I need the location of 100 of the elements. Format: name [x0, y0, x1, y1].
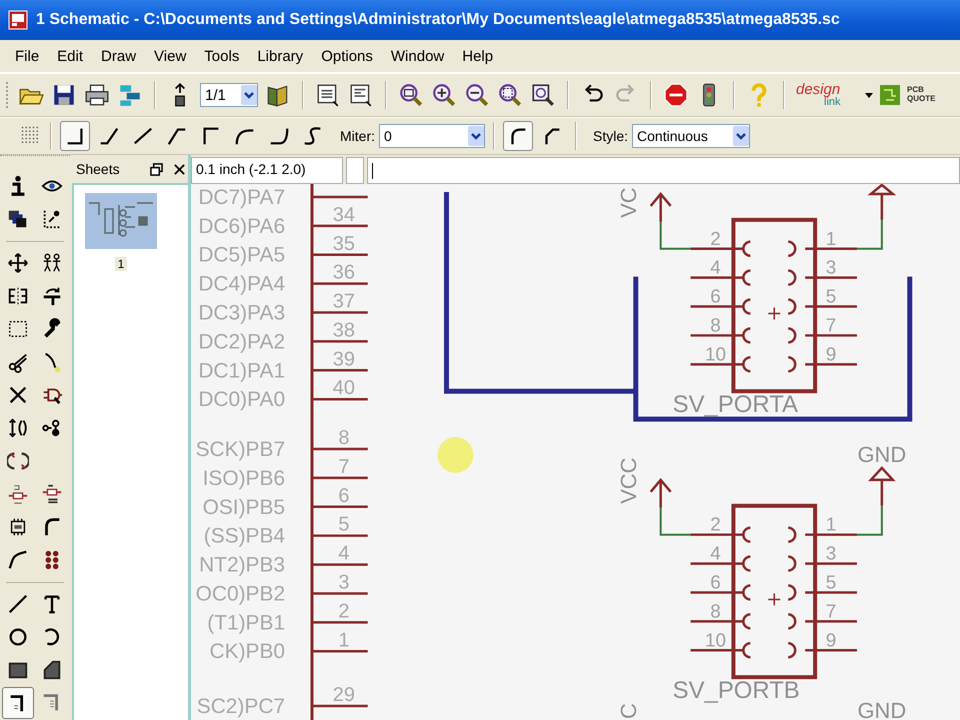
polygon-icon	[41, 658, 63, 682]
pin-line	[312, 340, 368, 343]
pin-line	[312, 476, 368, 480]
zoom-in-icon[interactable]	[431, 82, 457, 108]
pin-line	[312, 196, 368, 198]
pin-label: (SS)PB4	[204, 524, 286, 548]
pin-number: 1	[338, 629, 350, 652]
menu-item[interactable]: Options	[312, 46, 382, 66]
line-icon	[7, 592, 29, 616]
zoom-out-icon[interactable]	[464, 82, 490, 108]
supply-label: C	[616, 703, 641, 719]
script-icon[interactable]	[315, 82, 341, 108]
pin-number: 34	[332, 204, 355, 226]
pin-number: 7	[826, 601, 836, 622]
miter-style-button[interactable]	[503, 121, 533, 151]
sheet-number[interactable]: 1	[114, 257, 128, 271]
pin-number: 35	[332, 232, 355, 255]
net-wire	[660, 222, 691, 250]
swap-icon	[7, 416, 29, 440]
pin-number: 3	[826, 258, 836, 279]
pin-number: 36	[332, 262, 355, 284]
pin-line	[312, 650, 368, 652]
caret-icon[interactable]	[865, 91, 873, 99]
pin-label: DC0)PA0	[198, 388, 286, 412]
command-input[interactable]	[367, 157, 960, 184]
zoom-fit-icon[interactable]	[398, 82, 424, 108]
pin-number: 6	[338, 484, 350, 507]
pin-number: 7	[338, 456, 350, 478]
pin-line	[312, 704, 368, 708]
zoom-select-icon[interactable]	[497, 82, 523, 108]
pin-number: 5	[826, 286, 836, 308]
pin-number: 7	[826, 315, 836, 336]
miter-dropdown[interactable]: 0	[379, 124, 485, 148]
menu-item[interactable]: View	[145, 46, 196, 66]
supply-arrow	[649, 478, 672, 510]
sheet-thumbnail[interactable]	[85, 193, 157, 249]
coordinates-display: 0.1 inch (-2.1 2.0)	[191, 157, 343, 184]
menu-item[interactable]: Draw	[92, 46, 146, 66]
style-label: Style:	[593, 128, 628, 144]
pin-label: NT2)PB3	[199, 554, 286, 577]
app-icon	[8, 10, 28, 30]
pin-label: OC0)PB2	[196, 582, 286, 606]
pin-number: 9	[826, 344, 836, 366]
net-wire	[856, 220, 883, 250]
pin-number: 3	[826, 544, 836, 565]
pin-line	[312, 224, 368, 228]
stop-icon[interactable]	[663, 82, 689, 108]
pin-number: 37	[332, 290, 355, 313]
logo-text[interactable]: design	[796, 82, 858, 97]
supply-arrow	[649, 192, 672, 224]
close-icon[interactable]	[173, 162, 186, 176]
ground-label: GND	[858, 442, 906, 467]
print-icon[interactable]	[84, 82, 110, 108]
menu-item[interactable]: Help	[453, 46, 502, 66]
pin-line	[312, 448, 368, 450]
style-dropdown[interactable]: Continuous	[632, 124, 750, 148]
pin-number: 1	[826, 514, 836, 536]
zoom-redraw-icon[interactable]	[530, 82, 556, 108]
wire-bend-button[interactable]	[60, 121, 90, 151]
resistor-icon	[41, 482, 63, 506]
pin-number: 10	[704, 630, 726, 652]
pin-number: 8	[710, 601, 721, 622]
menu-item[interactable]: Window	[382, 46, 454, 66]
connector-name: SV_PORTB	[672, 677, 800, 704]
pin-line	[312, 534, 368, 537]
pin-line	[312, 254, 368, 256]
pin-label: DC6)PA6	[198, 214, 286, 238]
pin-number: 2	[710, 228, 721, 250]
windows-icon[interactable]	[150, 162, 163, 176]
pin-line	[312, 592, 368, 595]
zoom-dropdown[interactable]: 1/1	[200, 83, 258, 107]
ground-symbol	[870, 184, 896, 222]
script-icon[interactable]	[348, 82, 374, 108]
ground-symbol	[870, 466, 896, 508]
plus-mark	[768, 592, 781, 606]
pin-label: DC3)PA3	[198, 302, 286, 324]
pin-label: DC7)PA7	[198, 186, 286, 209]
menu-item[interactable]: Tools	[195, 46, 248, 66]
menu-item[interactable]: File	[6, 46, 48, 66]
pin-line	[312, 621, 368, 624]
pin-number: 8	[338, 427, 350, 450]
pin-label: SC2)PC7	[196, 695, 286, 718]
menu-item[interactable]: Edit	[48, 46, 92, 66]
logo-text[interactable]: PCB	[907, 86, 936, 95]
pin-number: 40	[332, 377, 355, 400]
pin-number: 2	[338, 600, 350, 622]
pin-label: DC4)PA4	[198, 272, 286, 296]
pin-line	[312, 398, 368, 400]
ground-label: GND	[858, 698, 906, 720]
logo-text[interactable]: link	[796, 97, 858, 108]
menu-item[interactable]: Library	[248, 46, 312, 66]
connector-name: SV_PORTA	[672, 391, 798, 418]
tool-button[interactable]	[2, 687, 34, 719]
pin-line	[312, 369, 368, 372]
pin-line	[312, 311, 368, 314]
circuit-board-icon[interactable]	[880, 85, 900, 105]
logo-text[interactable]: QUOTE	[907, 95, 936, 104]
pin-label: ISO)PB6	[202, 466, 286, 490]
pin-number: 3	[338, 572, 350, 594]
cursor-highlight	[438, 437, 474, 473]
